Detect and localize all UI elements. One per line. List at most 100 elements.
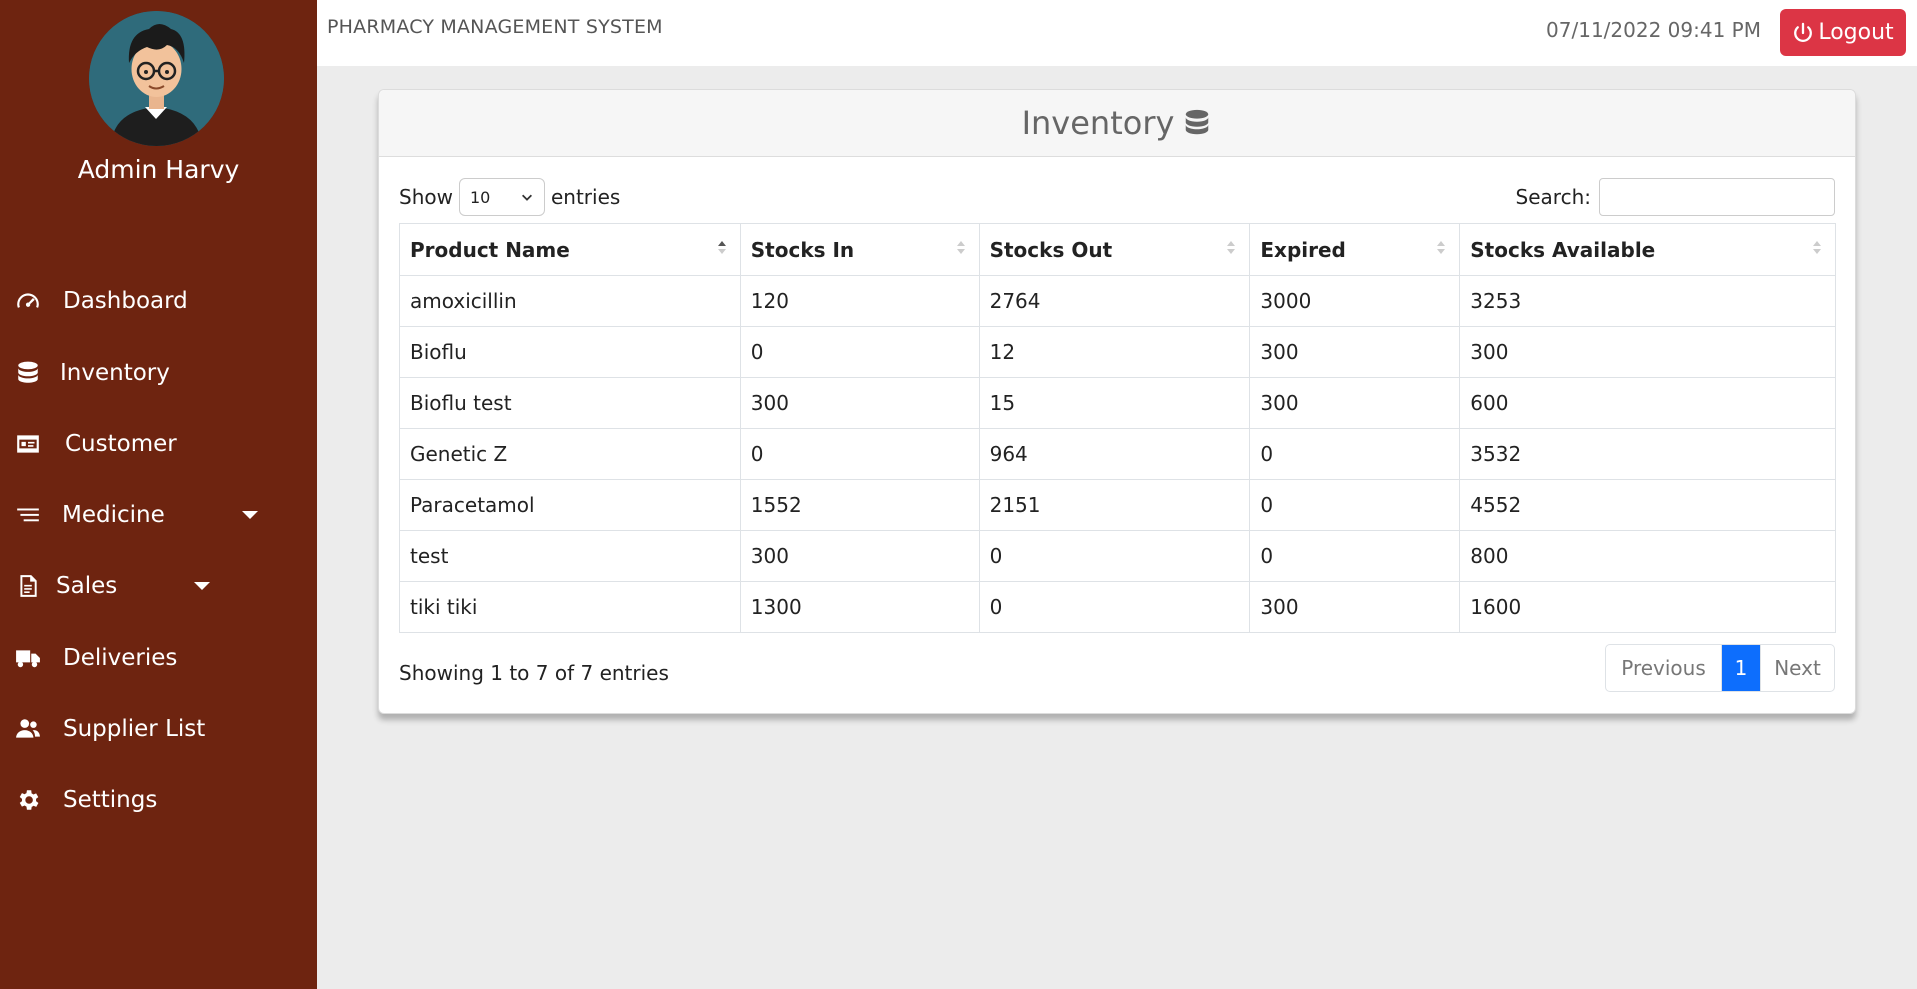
chevron-down-icon bbox=[242, 511, 258, 519]
logout-button[interactable]: Logout bbox=[1780, 9, 1906, 56]
sidebar-item-label: Customer bbox=[65, 431, 177, 457]
document-icon bbox=[14, 572, 42, 600]
cell-expired: 0 bbox=[1249, 530, 1461, 582]
cell-stocks-out: 0 bbox=[978, 530, 1251, 582]
page-title: Inventory bbox=[1021, 104, 1175, 142]
avatar bbox=[89, 11, 224, 146]
column-header-stocks-out[interactable]: Stocks Out bbox=[978, 223, 1251, 276]
cell-stocks-available: 4552 bbox=[1459, 479, 1836, 531]
cell-stocks-in: 300 bbox=[739, 377, 980, 429]
gear-icon bbox=[14, 786, 42, 814]
cell-stocks-out: 2151 bbox=[978, 479, 1251, 531]
cell-stocks-available: 600 bbox=[1459, 377, 1836, 429]
cell-expired: 300 bbox=[1249, 377, 1461, 429]
cell-stocks-available: 1600 bbox=[1459, 581, 1836, 633]
cell-product-name: Paracetamol bbox=[399, 479, 741, 531]
sidebar-item-label: Medicine bbox=[62, 502, 165, 528]
sort-icon bbox=[717, 241, 726, 254]
sidebar-item-sales[interactable]: Sales bbox=[0, 558, 317, 614]
sidebar-item-deliveries[interactable]: Deliveries bbox=[0, 630, 317, 686]
sort-icon bbox=[1437, 241, 1446, 254]
chevron-down-icon bbox=[521, 194, 532, 201]
cell-stocks-out: 0 bbox=[978, 581, 1251, 633]
pagination: Previous 1 Next bbox=[1605, 644, 1835, 692]
cell-stocks-out: 12 bbox=[978, 326, 1251, 378]
search-input[interactable] bbox=[1599, 178, 1835, 216]
search-control: Search: bbox=[1516, 178, 1835, 216]
cell-product-name: test bbox=[399, 530, 741, 582]
page-1-button[interactable]: 1 bbox=[1722, 645, 1760, 691]
user-name: Admin Harvy bbox=[77, 155, 240, 184]
cell-stocks-available: 800 bbox=[1459, 530, 1836, 582]
inventory-table: Product Name Stocks In Stocks Out Expire… bbox=[399, 223, 1836, 633]
sidebar-item-label: Settings bbox=[63, 787, 158, 813]
sidebar-item-supplier-list[interactable]: Supplier List bbox=[0, 701, 317, 757]
next-page-button[interactable]: Next bbox=[1760, 645, 1834, 691]
column-header-product-name[interactable]: Product Name bbox=[399, 223, 741, 276]
sidebar-item-medicine[interactable]: Medicine bbox=[0, 487, 317, 543]
cell-product-name: Genetic Z bbox=[399, 428, 741, 480]
cell-stocks-in: 300 bbox=[739, 530, 980, 582]
top-bar: PHARMACY MANAGEMENT SYSTEM 07/11/2022 09… bbox=[317, 0, 1917, 66]
table-header-row: Product Name Stocks In Stocks Out Expire… bbox=[399, 223, 1836, 276]
users-icon bbox=[14, 715, 42, 743]
sidebar-item-label: Dashboard bbox=[63, 288, 188, 314]
cell-product-name: amoxicillin bbox=[399, 275, 741, 327]
table-row: Genetic Z 0 964 0 3532 bbox=[399, 428, 1836, 480]
chevron-down-icon bbox=[194, 582, 210, 590]
cell-stocks-available: 3253 bbox=[1459, 275, 1836, 327]
sort-icon bbox=[1813, 241, 1821, 254]
sidebar-item-inventory[interactable]: Inventory bbox=[0, 345, 317, 401]
cell-stocks-available: 300 bbox=[1459, 326, 1836, 378]
sidebar: Admin Harvy Dashboard Inventory Customer… bbox=[0, 0, 317, 989]
cell-stocks-in: 1300 bbox=[739, 581, 980, 633]
entries-label: entries bbox=[550, 185, 621, 209]
table-row: Paracetamol 1552 2151 0 4552 bbox=[399, 479, 1836, 531]
column-header-stocks-available[interactable]: Stocks Available bbox=[1459, 223, 1836, 276]
cell-stocks-in: 0 bbox=[739, 428, 980, 480]
sidebar-item-label: Supplier List bbox=[63, 716, 206, 742]
cell-stocks-in: 1552 bbox=[739, 479, 980, 531]
entries-select-value: 10 bbox=[469, 187, 491, 207]
sidebar-item-customer[interactable]: Customer bbox=[0, 416, 317, 472]
cell-product-name: Bioflu test bbox=[399, 377, 741, 429]
previous-page-button[interactable]: Previous bbox=[1606, 645, 1722, 691]
cell-stocks-available: 3532 bbox=[1459, 428, 1836, 480]
cell-stocks-in: 120 bbox=[739, 275, 980, 327]
cell-stocks-out: 15 bbox=[978, 377, 1251, 429]
database-icon bbox=[14, 359, 42, 387]
sidebar-item-label: Sales bbox=[56, 573, 118, 599]
sort-icon bbox=[956, 241, 965, 254]
entries-select[interactable]: 10 bbox=[458, 178, 545, 216]
logout-label: Logout bbox=[1818, 20, 1894, 45]
table-row: tiki tiki 1300 0 300 1600 bbox=[399, 581, 1836, 633]
show-label: Show bbox=[399, 185, 453, 209]
column-header-expired[interactable]: Expired bbox=[1249, 223, 1461, 276]
cell-expired: 3000 bbox=[1249, 275, 1461, 327]
datetime-display: 07/11/2022 09:41 PM bbox=[1546, 18, 1761, 42]
cell-stocks-out: 2764 bbox=[978, 275, 1251, 327]
sidebar-item-label: Inventory bbox=[60, 360, 170, 386]
card-header: Inventory bbox=[379, 90, 1855, 157]
cell-product-name: Bioflu bbox=[399, 326, 741, 378]
table-info: Showing 1 to 7 of 7 entries bbox=[399, 661, 669, 685]
sidebar-item-settings[interactable]: Settings bbox=[0, 772, 317, 828]
sidebar-item-label: Deliveries bbox=[63, 645, 178, 671]
dashboard-gauge-icon bbox=[14, 287, 42, 315]
sidebar-item-dashboard[interactable]: Dashboard bbox=[0, 273, 317, 329]
column-header-label: Stocks Out bbox=[989, 237, 1113, 262]
table-row: Bioflu test 300 15 300 600 bbox=[399, 377, 1836, 429]
column-header-stocks-in[interactable]: Stocks In bbox=[739, 223, 980, 276]
search-label: Search: bbox=[1515, 185, 1591, 209]
sort-icon bbox=[1227, 241, 1236, 254]
cell-expired: 0 bbox=[1249, 479, 1461, 531]
cell-stocks-out: 964 bbox=[978, 428, 1251, 480]
table-row: Bioflu 0 12 300 300 bbox=[399, 326, 1836, 378]
column-header-label: Stocks Available bbox=[1470, 237, 1656, 262]
list-icon bbox=[14, 501, 42, 529]
cell-stocks-in: 0 bbox=[739, 326, 980, 378]
column-header-label: Product Name bbox=[410, 237, 570, 262]
entries-length-control: Show 10 entries bbox=[399, 178, 620, 216]
cell-product-name: tiki tiki bbox=[399, 581, 741, 633]
inventory-card: Inventory Show 10 entries Search: Produc… bbox=[378, 89, 1856, 714]
